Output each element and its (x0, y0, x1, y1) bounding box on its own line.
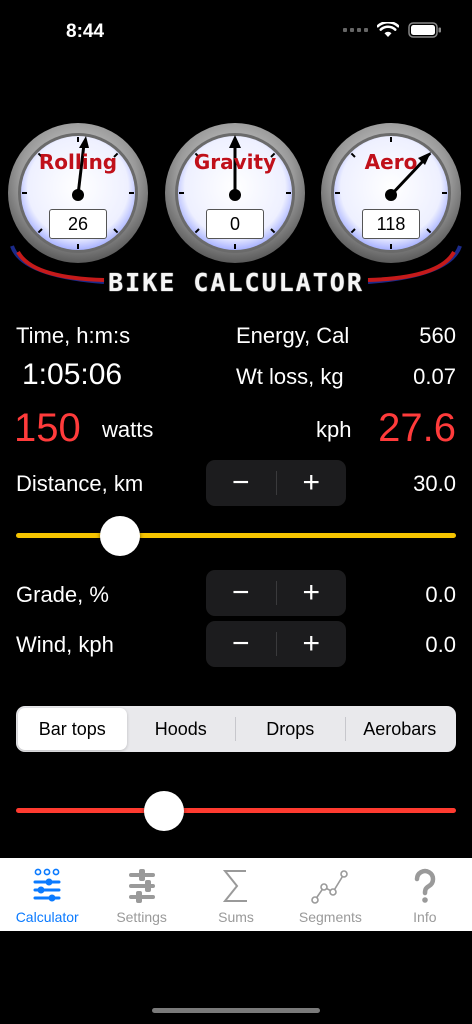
question-icon (410, 867, 440, 905)
position-slider-track (16, 808, 456, 813)
wifi-icon (377, 22, 399, 38)
grade-increment-button[interactable]: + (277, 570, 347, 616)
distance-value: 30.0 (413, 471, 456, 496)
gauge-panel: Rolling 26 Gravity 0 Aero 118 BIKE CALCU… (0, 122, 472, 302)
sliders-icon (127, 867, 157, 905)
tab-segments[interactable]: Segments (283, 858, 377, 931)
distance-label: Distance, km (16, 471, 144, 496)
grade-value: 0.0 (425, 582, 456, 607)
status-bar: 8:44 (0, 0, 472, 60)
tab-label: Settings (116, 909, 167, 925)
status-time: 8:44 (66, 21, 105, 42)
segment-bar-tops[interactable]: Bar tops (18, 708, 127, 750)
wind-label: Wind, kph (16, 632, 114, 657)
calculator-icon (32, 867, 62, 905)
wtloss-label: Wt loss, kg (236, 364, 344, 389)
position-slider[interactable] (16, 789, 456, 833)
distance-increment-button[interactable]: + (277, 460, 347, 506)
speed-unit: kph (316, 417, 352, 442)
energy-value: 560 (419, 323, 456, 348)
time-value: 1:05:06 (22, 358, 123, 391)
energy-label: Energy, Cal (236, 323, 350, 348)
gravity-gauge: Gravity 0 (164, 122, 306, 264)
grade-label: Grade, % (16, 582, 109, 607)
riding-position-segmented-control: Bar tops Hoods Drops Aerobars (16, 706, 456, 752)
grade-stepper: − + (206, 570, 346, 616)
tab-settings[interactable]: Settings (94, 858, 188, 931)
gauge-value: 118 (362, 209, 420, 239)
distance-slider-track (16, 533, 456, 538)
wind-stepper: − + (206, 621, 346, 667)
power-unit: watts (102, 417, 154, 442)
tab-bar: Calculator Settings Sums Segments Info (0, 858, 472, 931)
gauge-dial (8, 123, 148, 263)
wtloss-value: 0.07 (413, 364, 456, 389)
gauge-value: 0 (206, 209, 264, 239)
home-indicator (152, 1008, 320, 1013)
power-value: 150 (14, 406, 81, 450)
cellular-signal-icon (343, 28, 368, 32)
gauge-dial (321, 123, 461, 263)
tab-label: Sums (218, 909, 254, 925)
line-graph-icon (311, 867, 349, 905)
gauge-label: Aero (364, 150, 418, 174)
wind-increment-button[interactable]: + (277, 621, 347, 667)
rolling-gauge: Rolling 26 (7, 122, 149, 264)
tab-label: Calculator (15, 909, 79, 925)
time-label: Time, h:m:s (16, 323, 131, 348)
distance-slider[interactable] (16, 514, 456, 558)
distance-slider-thumb[interactable] (100, 516, 140, 556)
segment-hoods[interactable]: Hoods (127, 708, 236, 750)
distance-stepper: − + (206, 460, 346, 506)
gauge-label: Rolling (38, 150, 118, 174)
gauge-value: 26 (49, 209, 107, 239)
tab-calculator[interactable]: Calculator (0, 858, 94, 931)
position-slider-thumb[interactable] (144, 791, 184, 831)
gauge-label: Gravity (193, 150, 277, 174)
tab-label: Info (413, 909, 437, 925)
aero-gauge: Aero 118 (320, 122, 462, 264)
gauge-dial (165, 123, 305, 263)
tab-info[interactable]: Info (378, 858, 472, 931)
segment-drops[interactable]: Drops (236, 708, 345, 750)
distance-decrement-button[interactable]: − (206, 460, 276, 506)
battery-icon (408, 22, 442, 38)
wind-decrement-button[interactable]: − (206, 621, 276, 667)
tab-label: Segments (298, 909, 362, 925)
status-icons (343, 22, 442, 38)
speed-value: 27.6 (378, 406, 456, 450)
segment-aerobars[interactable]: Aerobars (346, 708, 455, 750)
sigma-icon (221, 867, 251, 905)
wind-value: 0.0 (425, 632, 456, 657)
tab-sums[interactable]: Sums (189, 858, 283, 931)
grade-decrement-button[interactable]: − (206, 570, 276, 616)
app-title: BIKE CALCULATOR (108, 268, 364, 297)
